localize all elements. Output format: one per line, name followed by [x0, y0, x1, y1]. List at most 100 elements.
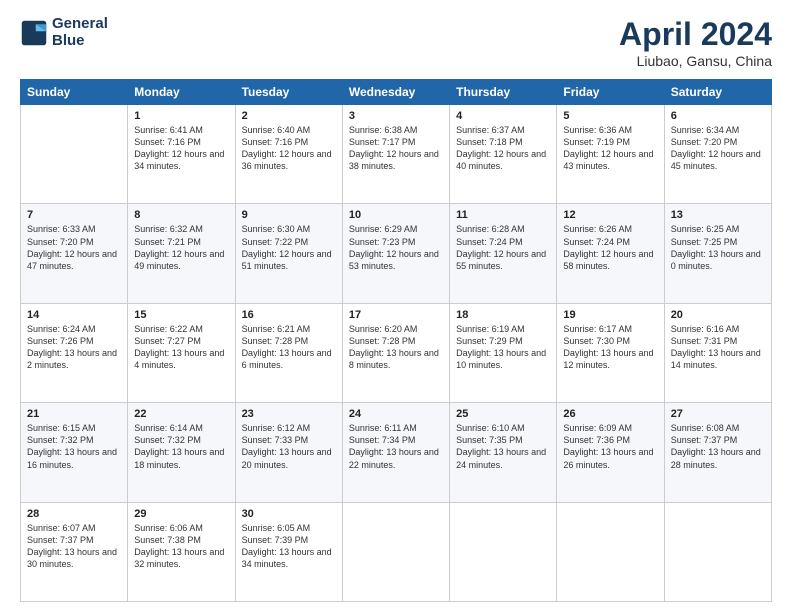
cell-info: Sunrise: 6:20 AMSunset: 7:28 PMDaylight:…	[349, 323, 443, 372]
calendar-cell: 22Sunrise: 6:14 AMSunset: 7:32 PMDayligh…	[128, 403, 235, 502]
cell-info: Sunrise: 6:05 AMSunset: 7:39 PMDaylight:…	[242, 522, 336, 571]
weekday-header: Saturday	[664, 80, 771, 105]
day-number: 3	[349, 110, 443, 122]
cell-info: Sunrise: 6:37 AMSunset: 7:18 PMDaylight:…	[456, 124, 550, 173]
day-number: 8	[134, 209, 228, 221]
calendar-cell: 2Sunrise: 6:40 AMSunset: 7:16 PMDaylight…	[235, 105, 342, 204]
cell-info: Sunrise: 6:29 AMSunset: 7:23 PMDaylight:…	[349, 223, 443, 272]
calendar-cell: 21 Sunrise: 6:15 AMSunset: 7:32 PMDayligh…	[21, 403, 128, 502]
day-number: 2	[242, 110, 336, 122]
calendar: SundayMondayTuesdayWednesdayThursdayFrid…	[20, 79, 772, 602]
day-number: 16	[242, 309, 336, 321]
day-number: 28	[27, 508, 121, 520]
calendar-cell: 19 Sunrise: 6:17 AMSunset: 7:30 PMDayligh…	[557, 303, 664, 402]
cell-info: Sunrise: 6:15 AMSunset: 7:32 PMDaylight:…	[27, 422, 121, 471]
calendar-cell	[557, 502, 664, 601]
calendar-cell: 8 Sunrise: 6:32 AMSunset: 7:21 PMDaylight…	[128, 204, 235, 303]
calendar-cell: 20 Sunrise: 6:16 AMSunset: 7:31 PMDayligh…	[664, 303, 771, 402]
calendar-cell	[450, 502, 557, 601]
main-title: April 2024	[619, 16, 772, 53]
calendar-cell: 29Sunrise: 6:06 AMSunset: 7:38 PMDayligh…	[128, 502, 235, 601]
calendar-cell: 7 Sunrise: 6:33 AMSunset: 7:20 PMDaylight…	[21, 204, 128, 303]
day-number: 13	[671, 209, 765, 221]
day-number: 10	[349, 209, 443, 221]
calendar-cell: 25 Sunrise: 6:10 AMSunset: 7:35 PMDayligh…	[450, 403, 557, 502]
day-number: 20	[671, 309, 765, 321]
calendar-cell: 10 Sunrise: 6:29 AMSunset: 7:23 PMDayligh…	[342, 204, 449, 303]
title-block: April 2024 Liubao, Gansu, China	[619, 16, 772, 69]
cell-info: Sunrise: 6:24 AMSunset: 7:26 PMDaylight:…	[27, 323, 121, 372]
day-number: 15	[134, 309, 228, 321]
day-number: 7	[27, 209, 121, 221]
day-number: 30	[242, 508, 336, 520]
day-number: 22	[134, 408, 228, 420]
cell-info: Sunrise: 6:38 AMSunset: 7:17 PMDaylight:…	[349, 124, 443, 173]
calendar-cell	[342, 502, 449, 601]
calendar-cell: 28 Sunrise: 6:07 AMSunset: 7:37 PMDayligh…	[21, 502, 128, 601]
day-number: 4	[456, 110, 550, 122]
cell-info: Sunrise: 6:32 AMSunset: 7:21 PMDaylight:…	[134, 223, 228, 272]
day-number: 17	[349, 309, 443, 321]
calendar-cell: 9Sunrise: 6:30 AMSunset: 7:22 PMDaylight…	[235, 204, 342, 303]
calendar-cell: 27Sunrise: 6:08 AMSunset: 7:37 PMDayligh…	[664, 403, 771, 502]
day-number: 21	[27, 408, 121, 420]
calendar-cell: 17 Sunrise: 6:20 AMSunset: 7:28 PMDayligh…	[342, 303, 449, 402]
cell-info: Sunrise: 6:25 AMSunset: 7:25 PMDaylight:…	[671, 223, 765, 272]
weekday-header: Tuesday	[235, 80, 342, 105]
cell-info: Sunrise: 6:12 AMSunset: 7:33 PMDaylight:…	[242, 422, 336, 471]
day-number: 25	[456, 408, 550, 420]
cell-info: Sunrise: 6:09 AMSunset: 7:36 PMDaylight:…	[563, 422, 657, 471]
cell-info: Sunrise: 6:19 AMSunset: 7:29 PMDaylight:…	[456, 323, 550, 372]
calendar-cell: 16 Sunrise: 6:21 AMSunset: 7:28 PMDayligh…	[235, 303, 342, 402]
logo-icon	[20, 19, 48, 47]
weekday-header: Thursday	[450, 80, 557, 105]
day-number: 14	[27, 309, 121, 321]
cell-info: Sunrise: 6:10 AMSunset: 7:35 PMDaylight:…	[456, 422, 550, 471]
calendar-cell: 13 Sunrise: 6:25 AMSunset: 7:25 PMDayligh…	[664, 204, 771, 303]
calendar-cell: 30 Sunrise: 6:05 AMSunset: 7:39 PMDayligh…	[235, 502, 342, 601]
calendar-cell: 12Sunrise: 6:26 AMSunset: 7:24 PMDayligh…	[557, 204, 664, 303]
calendar-cell: 1Sunrise: 6:41 AMSunset: 7:16 PMDaylight…	[128, 105, 235, 204]
calendar-week-row: 1Sunrise: 6:41 AMSunset: 7:16 PMDaylight…	[21, 105, 772, 204]
calendar-cell	[664, 502, 771, 601]
calendar-cell: 15 Sunrise: 6:22 AMSunset: 7:27 PMDayligh…	[128, 303, 235, 402]
day-number: 27	[671, 408, 765, 420]
cell-info: Sunrise: 6:17 AMSunset: 7:30 PMDaylight:…	[563, 323, 657, 372]
logo-line2: Blue	[52, 33, 108, 50]
day-number: 23	[242, 408, 336, 420]
weekday-header: Monday	[128, 80, 235, 105]
day-number: 24	[349, 408, 443, 420]
calendar-week-row: 28 Sunrise: 6:07 AMSunset: 7:37 PMDayligh…	[21, 502, 772, 601]
day-number: 19	[563, 309, 657, 321]
cell-info: Sunrise: 6:33 AMSunset: 7:20 PMDaylight:…	[27, 223, 121, 272]
logo-line1: General	[52, 16, 108, 33]
calendar-cell: 26Sunrise: 6:09 AMSunset: 7:36 PMDayligh…	[557, 403, 664, 502]
day-number: 12	[563, 209, 657, 221]
calendar-week-row: 21 Sunrise: 6:15 AMSunset: 7:32 PMDayligh…	[21, 403, 772, 502]
day-number: 1	[134, 110, 228, 122]
cell-info: Sunrise: 6:34 AMSunset: 7:20 PMDaylight:…	[671, 124, 765, 173]
logo: General Blue	[20, 16, 108, 49]
calendar-week-row: 7 Sunrise: 6:33 AMSunset: 7:20 PMDaylight…	[21, 204, 772, 303]
calendar-cell: 14 Sunrise: 6:24 AMSunset: 7:26 PMDayligh…	[21, 303, 128, 402]
logo-text: General Blue	[52, 16, 108, 49]
cell-info: Sunrise: 6:21 AMSunset: 7:28 PMDaylight:…	[242, 323, 336, 372]
cell-info: Sunrise: 6:07 AMSunset: 7:37 PMDaylight:…	[27, 522, 121, 571]
cell-info: Sunrise: 6:28 AMSunset: 7:24 PMDaylight:…	[456, 223, 550, 272]
cell-info: Sunrise: 6:16 AMSunset: 7:31 PMDaylight:…	[671, 323, 765, 372]
calendar-cell: 6Sunrise: 6:34 AMSunset: 7:20 PMDaylight…	[664, 105, 771, 204]
cell-info: Sunrise: 6:22 AMSunset: 7:27 PMDaylight:…	[134, 323, 228, 372]
calendar-cell: 4 Sunrise: 6:37 AMSunset: 7:18 PMDaylight…	[450, 105, 557, 204]
day-number: 11	[456, 209, 550, 221]
weekday-header: Wednesday	[342, 80, 449, 105]
weekday-header: Sunday	[21, 80, 128, 105]
subtitle: Liubao, Gansu, China	[619, 53, 772, 69]
calendar-cell: 11 Sunrise: 6:28 AMSunset: 7:24 PMDayligh…	[450, 204, 557, 303]
calendar-cell: 18Sunrise: 6:19 AMSunset: 7:29 PMDayligh…	[450, 303, 557, 402]
calendar-cell: 23 Sunrise: 6:12 AMSunset: 7:33 PMDayligh…	[235, 403, 342, 502]
cell-info: Sunrise: 6:36 AMSunset: 7:19 PMDaylight:…	[563, 124, 657, 173]
day-number: 29	[134, 508, 228, 520]
page: General Blue April 2024 Liubao, Gansu, C…	[0, 0, 792, 612]
header: General Blue April 2024 Liubao, Gansu, C…	[20, 16, 772, 69]
cell-info: Sunrise: 6:30 AMSunset: 7:22 PMDaylight:…	[242, 223, 336, 272]
